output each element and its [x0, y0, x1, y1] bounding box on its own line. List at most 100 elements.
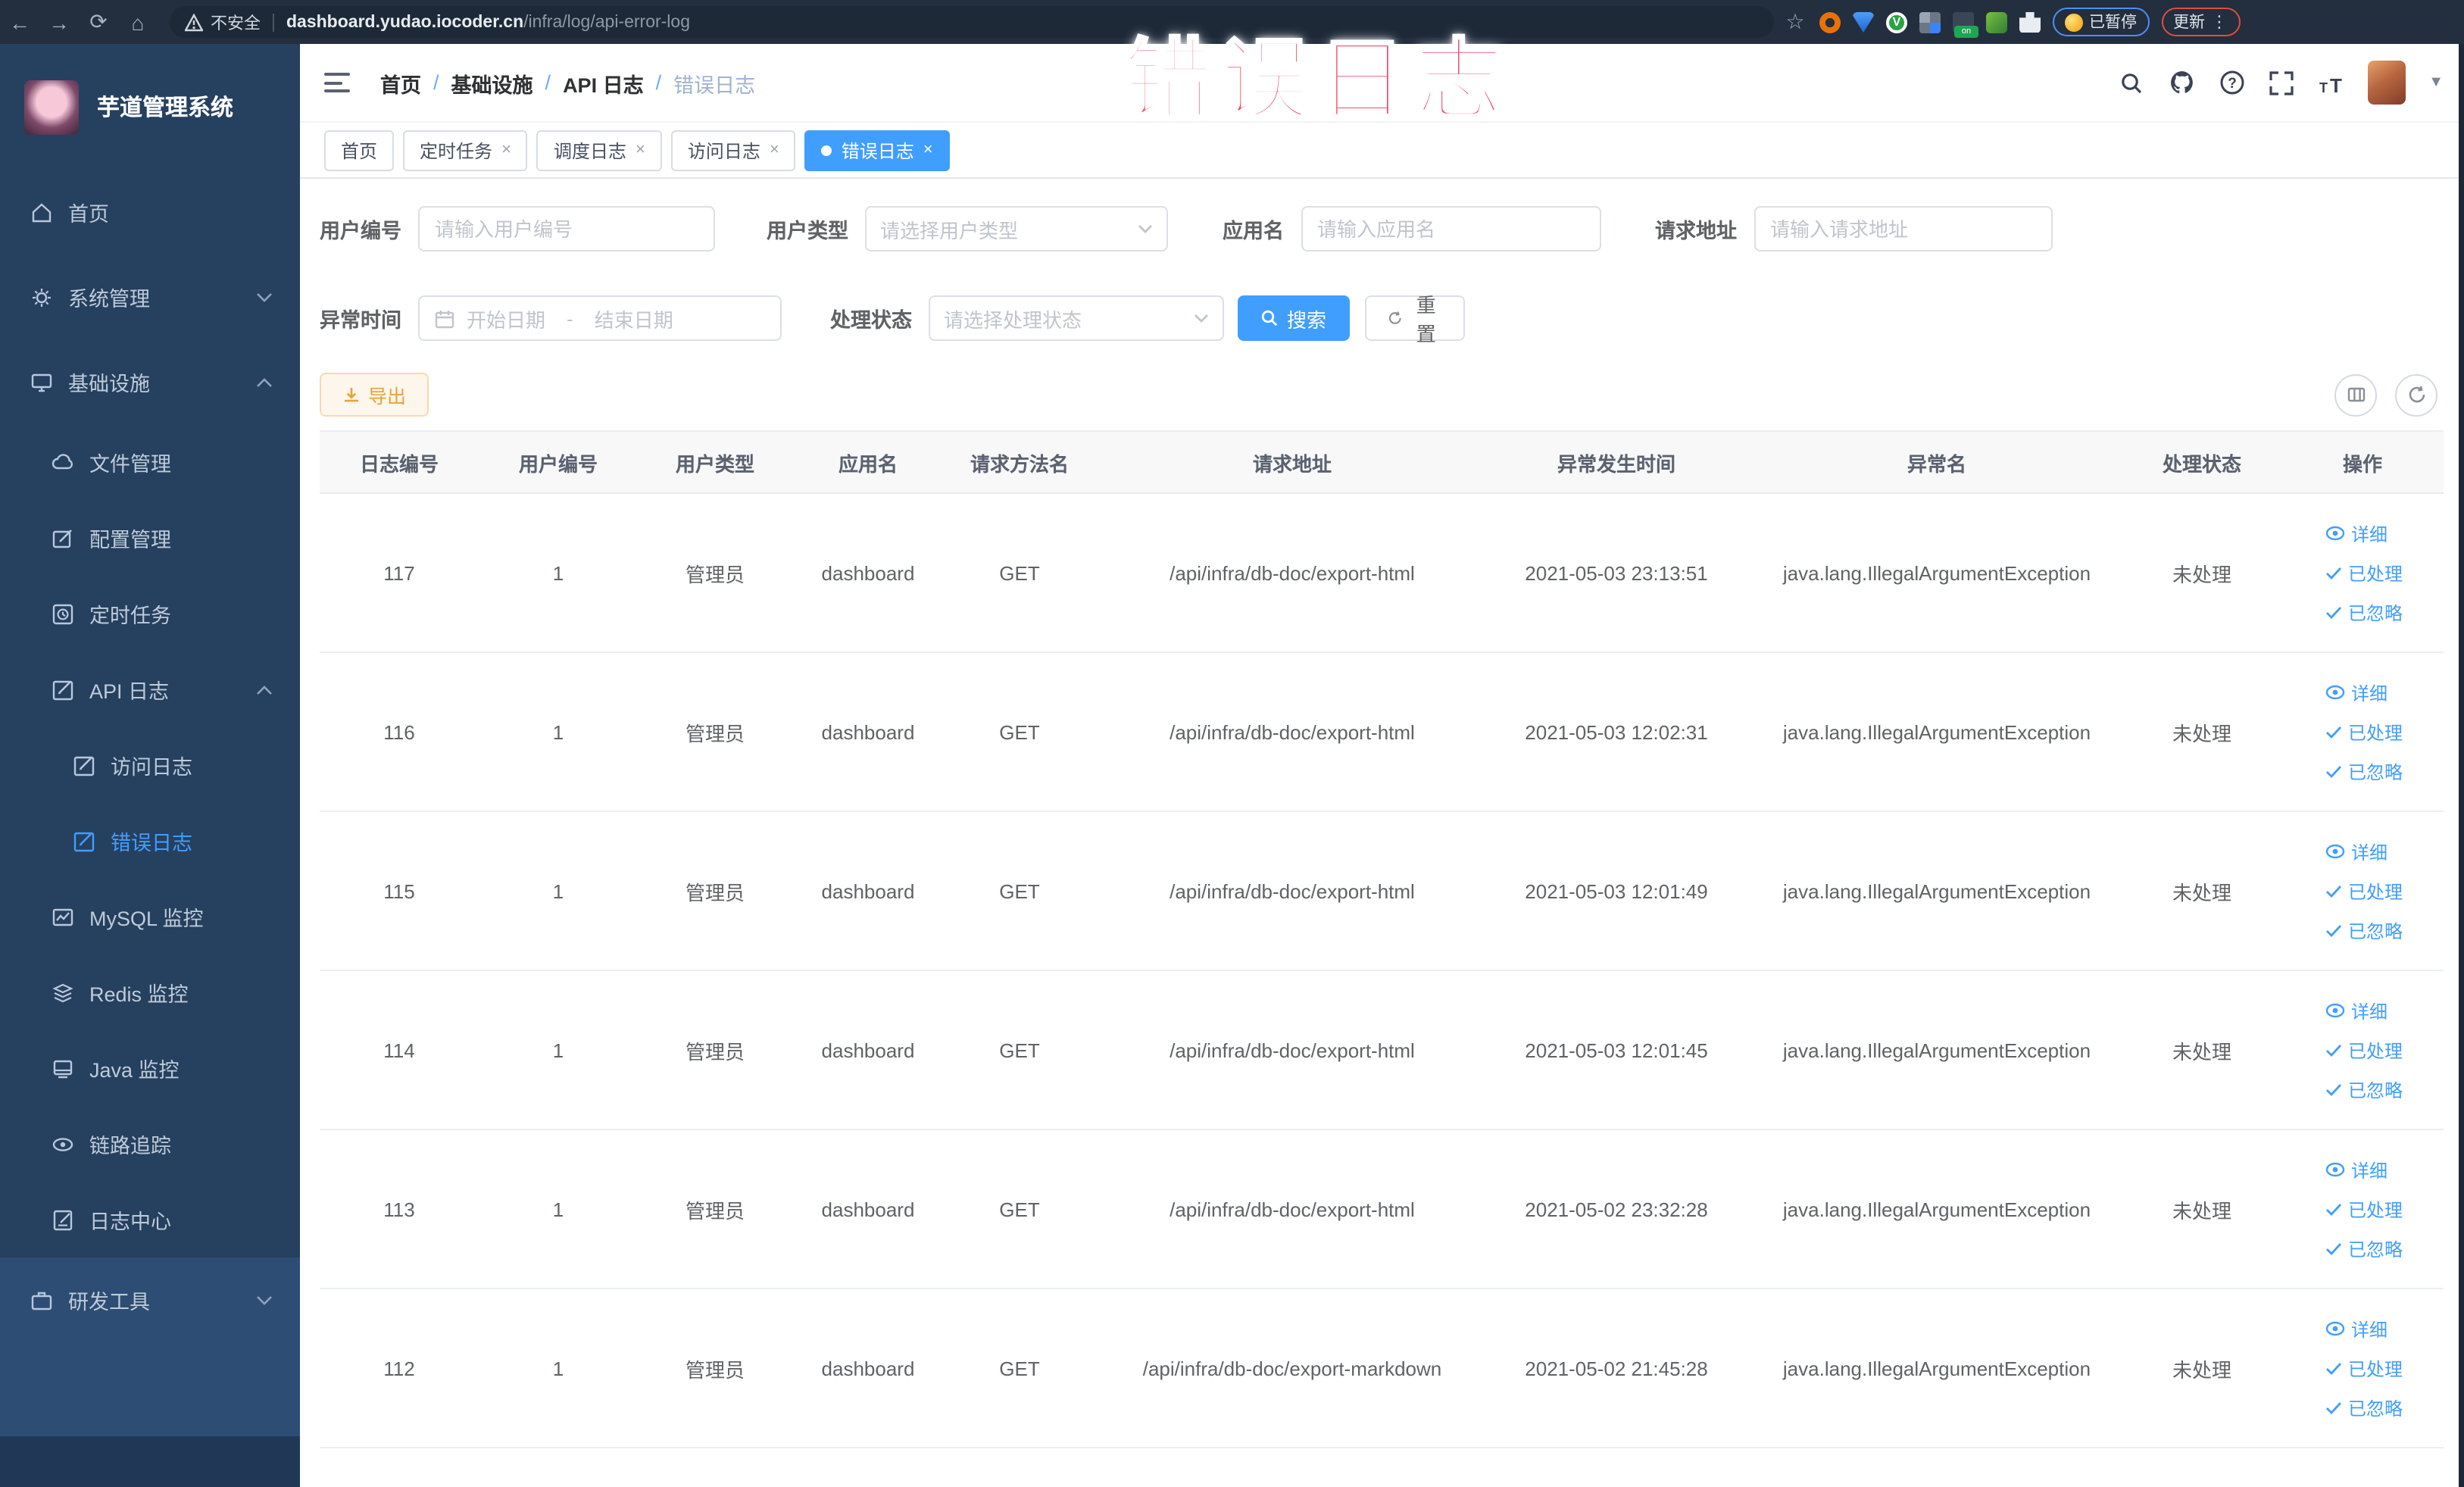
- close-icon[interactable]: ×: [770, 141, 779, 159]
- tab-1[interactable]: 定时任务 ×: [403, 130, 528, 170]
- profile-paused-chip[interactable]: 已暂停: [2053, 8, 2149, 36]
- detail-link[interactable]: 详细: [2325, 998, 2387, 1023]
- tab-4[interactable]: 错误日志 ×: [804, 130, 950, 170]
- detail-link[interactable]: 详细: [2325, 839, 2387, 864]
- sidebar-item-12[interactable]: 链路追踪: [0, 1106, 300, 1182]
- url-host: dashboard.yudao.iocoder.cn: [286, 13, 524, 31]
- ignored-link[interactable]: 已忽略: [2325, 917, 2403, 943]
- sidebar-item-8[interactable]: 错误日志: [0, 803, 300, 879]
- breadcrumb-item-0[interactable]: 首页: [380, 67, 421, 98]
- back-icon[interactable]: ←: [0, 10, 39, 34]
- extension-leaf-icon[interactable]: [1986, 11, 2007, 33]
- cell-url: /api/infra/db-doc/export-markdown: [1142, 1357, 1442, 1379]
- search-icon[interactable]: [2118, 69, 2145, 96]
- processed-link[interactable]: 已处理: [2325, 719, 2403, 745]
- ignored-link[interactable]: 已忽略: [2325, 1236, 2403, 1261]
- tab-2[interactable]: 调度日志 ×: [536, 130, 662, 170]
- sidebar-item-10[interactable]: Redis 监控: [0, 954, 300, 1030]
- cell-user_type: 管理员: [685, 1199, 745, 1222]
- tab-0[interactable]: 首页: [324, 130, 395, 170]
- eye-icon: [2325, 1162, 2345, 1177]
- extension-shield-icon[interactable]: [1853, 11, 1874, 33]
- extension-on-badge-icon[interactable]: on: [1953, 11, 1978, 37]
- processed-link[interactable]: 已处理: [2325, 560, 2403, 586]
- breadcrumb-item-2[interactable]: API 日志: [563, 67, 644, 98]
- sidebar-collapse-icon[interactable]: [324, 73, 350, 92]
- page-scrollbar[interactable]: [2459, 44, 2464, 1487]
- sidebar-item-7[interactable]: 访问日志: [0, 727, 300, 803]
- sidebar-item-3[interactable]: 文件管理: [0, 424, 300, 500]
- sidebar-item-1[interactable]: 系统管理: [0, 255, 300, 339]
- table-toolbar: 导出: [320, 373, 2444, 417]
- processed-link[interactable]: 已处理: [2325, 878, 2403, 904]
- ignored-link[interactable]: 已忽略: [2325, 758, 2403, 784]
- sidebar-item-11[interactable]: Java 监控: [0, 1030, 300, 1106]
- reset-button[interactable]: 重置: [1365, 294, 1465, 345]
- fullscreen-icon[interactable]: [2268, 69, 2295, 96]
- exception-time-range-picker[interactable]: 开始日期 - 结束日期: [418, 295, 782, 341]
- sidebar-item-5[interactable]: 定时任务: [0, 576, 300, 651]
- extension-v-icon[interactable]: V: [1886, 11, 1907, 33]
- detail-link[interactable]: 详细: [2325, 520, 2387, 546]
- sidebar-item-0[interactable]: 首页: [0, 170, 300, 255]
- process-status-select[interactable]: 请选择处理状态: [929, 295, 1224, 341]
- ignored-link[interactable]: 已忽略: [2325, 1076, 2403, 1102]
- user-avatar[interactable]: [2368, 61, 2406, 105]
- sidebar-item-2[interactable]: 基础设施: [0, 339, 300, 424]
- user-type-select[interactable]: 请选择用户类型: [865, 206, 1168, 251]
- header-icons: ? TT ▼: [2118, 61, 2444, 105]
- extension-orange-icon[interactable]: [1819, 11, 1841, 33]
- sidebar-item-13[interactable]: 日志中心: [0, 1182, 300, 1257]
- close-icon[interactable]: ×: [923, 141, 933, 159]
- cell-actions: 详细 已处理 已忽略: [2274, 494, 2451, 651]
- cell-actions: 详细 已处理 已忽略: [2274, 653, 2451, 811]
- cell-user_type: 管理员: [685, 881, 745, 904]
- help-icon[interactable]: ?: [2218, 69, 2245, 96]
- tab-3[interactable]: 访问日志 ×: [670, 130, 796, 170]
- reload-icon[interactable]: ⟳: [79, 9, 118, 35]
- sidebar-logo-row[interactable]: 芋道管理系统: [0, 44, 300, 170]
- cell-status: 未处理: [2172, 1199, 2231, 1222]
- user-id-input[interactable]: [418, 206, 715, 251]
- ignored-link[interactable]: 已忽略: [2325, 599, 2403, 625]
- java-icon: [52, 1057, 74, 1079]
- export-button-label: 导出: [368, 386, 407, 408]
- breadcrumb-item-1[interactable]: 基础设施: [451, 67, 533, 98]
- extensions-puzzle-icon[interactable]: [2019, 11, 2041, 33]
- sidebar-item-4[interactable]: 配置管理: [0, 500, 300, 576]
- detail-link[interactable]: 详细: [2325, 1157, 2387, 1182]
- refresh-table-icon[interactable]: [2395, 373, 2437, 416]
- ignored-link[interactable]: 已忽略: [2325, 1395, 2403, 1420]
- export-button[interactable]: 导出: [320, 373, 429, 417]
- browser-menu-kebab-icon[interactable]: ⋮: [2211, 12, 2228, 32]
- detail-link[interactable]: 详细: [2325, 1316, 2387, 1342]
- svg-text:?: ?: [2227, 76, 2236, 92]
- cell-status: 未处理: [2172, 1358, 2231, 1381]
- address-bar[interactable]: 不安全 dashboard.yudao.iocoder.cn/infra/log…: [170, 6, 1774, 38]
- processed-link[interactable]: 已处理: [2325, 1196, 2403, 1222]
- check-icon: [2325, 1043, 2342, 1057]
- font-size-icon[interactable]: TT: [2318, 69, 2345, 96]
- github-icon[interactable]: [2168, 69, 2195, 96]
- user-menu-caret-icon[interactable]: ▼: [2428, 74, 2444, 91]
- column-header-6: 异常发生时间: [1557, 452, 1675, 475]
- close-icon[interactable]: ×: [501, 141, 511, 159]
- redis-icon: [52, 981, 74, 1004]
- bookmark-star-icon[interactable]: ☆: [1783, 9, 1807, 35]
- sidebar-item-14[interactable]: 研发工具: [0, 1257, 300, 1342]
- processed-link[interactable]: 已处理: [2325, 1355, 2403, 1381]
- extension-grid-icon[interactable]: [1919, 11, 1941, 33]
- forward-icon[interactable]: →: [39, 10, 79, 34]
- sidebar-item-9[interactable]: MySQL 监控: [0, 879, 300, 954]
- sidebar-item-6[interactable]: API 日志: [0, 651, 300, 727]
- request-url-input[interactable]: [1754, 206, 2052, 251]
- processed-link[interactable]: 已处理: [2325, 1037, 2403, 1063]
- app-name-input[interactable]: [1301, 206, 1601, 251]
- search-button[interactable]: 搜索: [1238, 295, 1350, 341]
- sidebar-item-label: 定时任务: [89, 604, 171, 627]
- close-icon[interactable]: ×: [636, 141, 645, 159]
- detail-link[interactable]: 详细: [2325, 679, 2387, 705]
- update-chip[interactable]: 更新 ⋮: [2161, 8, 2240, 36]
- column-settings-icon[interactable]: [2334, 373, 2377, 416]
- home-icon[interactable]: ⌂: [118, 10, 158, 34]
